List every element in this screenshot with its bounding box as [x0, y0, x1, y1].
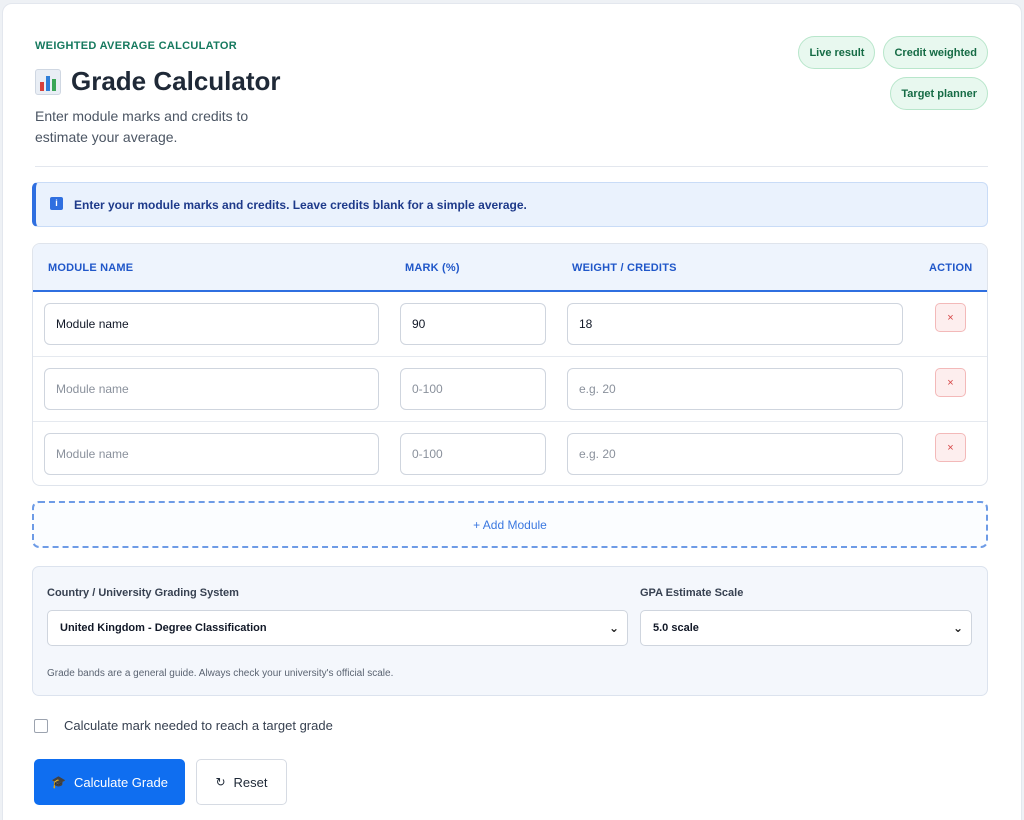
gpa-scale-label: GPA Estimate Scale	[640, 587, 744, 599]
title-row: Grade Calculator	[35, 66, 281, 97]
chip-live-result: Live result	[798, 36, 876, 69]
grading-settings-panel: Country / University Grading System Unit…	[32, 566, 988, 696]
reset-label: Reset	[233, 774, 268, 790]
page-title: Grade Calculator	[71, 66, 281, 96]
column-header-action: ACTION	[929, 262, 973, 274]
mark-input[interactable]	[400, 368, 546, 410]
grading-system-label: Country / University Grading System	[47, 587, 239, 599]
header-divider	[35, 166, 988, 167]
delete-row-button[interactable]: ×	[935, 433, 966, 462]
reset-button[interactable]: ↻ Reset	[196, 759, 287, 805]
modules-table: MODULE NAME MARK (%) WEIGHT / CREDITS AC…	[32, 243, 988, 486]
calculate-grade-button[interactable]: 🎓 Calculate Grade	[34, 759, 185, 805]
module-name-input[interactable]	[44, 368, 379, 410]
chevron-down-icon: ⌄	[952, 621, 963, 635]
info-banner: i Enter your module marks and credits. L…	[32, 182, 988, 227]
add-module-button[interactable]: + Add Module	[32, 501, 988, 548]
weight-input[interactable]	[567, 368, 903, 410]
weight-input[interactable]	[567, 433, 903, 475]
close-icon: ×	[947, 441, 954, 454]
delete-row-button[interactable]: ×	[935, 303, 966, 332]
module-name-input[interactable]	[44, 303, 379, 345]
add-module-label: + Add Module	[473, 517, 547, 532]
chevron-down-icon: ⌄	[608, 621, 619, 635]
graduation-cap-icon: 🎓	[51, 775, 66, 789]
close-icon: ×	[947, 376, 954, 389]
target-grade-checkbox[interactable]	[34, 718, 48, 733]
table-row: ×	[33, 357, 987, 422]
target-grade-option: Calculate mark needed to reach a target …	[34, 718, 333, 733]
calculate-grade-label: Calculate Grade	[74, 774, 168, 790]
table-header: MODULE NAME MARK (%) WEIGHT / CREDITS AC…	[33, 244, 987, 292]
grading-system-select[interactable]: United Kingdom - Degree Classification ⌄	[47, 610, 628, 646]
target-grade-label: Calculate mark needed to reach a target …	[64, 718, 333, 733]
column-header-weight: WEIGHT / CREDITS	[572, 262, 677, 274]
module-name-input[interactable]	[44, 433, 379, 475]
table-row: ×	[33, 422, 987, 485]
mark-input[interactable]	[400, 433, 546, 475]
feature-chips: Live result Credit weighted Target plann…	[798, 36, 988, 110]
weight-input[interactable]	[567, 303, 903, 345]
info-text: Enter your module marks and credits. Lea…	[74, 197, 527, 212]
table-row: ×	[33, 292, 987, 357]
info-icon: i	[50, 196, 63, 210]
eyebrow-label: WEIGHTED AVERAGE CALCULATOR	[35, 40, 238, 52]
page-subtitle: Enter module marks and credits to estima…	[35, 108, 249, 145]
column-header-module-name: MODULE NAME	[48, 262, 134, 274]
grading-system-value: United Kingdom - Degree Classification	[60, 622, 267, 634]
mark-input[interactable]	[400, 303, 546, 345]
close-icon: ×	[947, 311, 954, 324]
bar-chart-icon	[35, 68, 61, 95]
chip-credit-weighted: Credit weighted	[883, 36, 988, 69]
chip-target-planner: Target planner	[890, 77, 988, 110]
delete-row-button[interactable]: ×	[935, 368, 966, 397]
gpa-scale-select[interactable]: 5.0 scale ⌄	[640, 610, 972, 646]
refresh-icon: ↻	[215, 775, 226, 789]
column-header-mark: MARK (%)	[405, 262, 460, 274]
grading-hint: Grade bands are a general guide. Always …	[47, 668, 394, 679]
gpa-scale-value: 5.0 scale	[653, 622, 699, 634]
